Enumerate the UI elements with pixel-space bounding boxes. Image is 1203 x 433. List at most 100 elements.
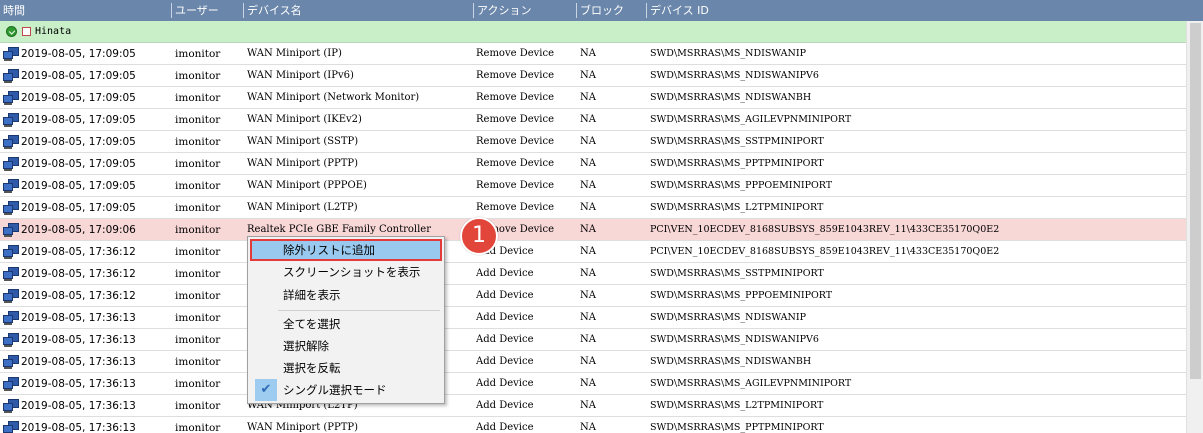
cell-device: WAN Miniport (SSTP) [247, 136, 359, 147]
table-row[interactable]: 2019-08-05, 17:09:05 imonitor WAN Miniport… [0, 43, 1186, 65]
table-row[interactable]: 2019-08-05, 17:36:13imonitorWAN Miniport… [0, 307, 1186, 329]
cell-device-id: SWD\MSRRAS\MS_PPPOEMINIPORT [650, 290, 833, 301]
monitor-icon [3, 223, 19, 237]
cell-user: imonitor [175, 378, 221, 390]
menu-item-add-exclusion[interactable]: 除外リストに追加 [250, 239, 442, 261]
cell-user: imonitor [175, 114, 221, 126]
cell-device: WAN Miniport (PPPOE) [247, 180, 367, 191]
cell-block: NA [580, 290, 596, 301]
cell-user: imonitor [175, 312, 221, 324]
cell-device-id: SWD\MSRRAS\MS_PPTPMINIPORT [650, 158, 824, 169]
cell-time: 2019-08-05, 17:36:13 [21, 334, 136, 346]
cell-user: imonitor [175, 70, 221, 82]
cell-device-id: SWD\MSRRAS\MS_AGILEVPNMINIPORT [650, 114, 852, 125]
cell-action: Remove Device [476, 114, 554, 125]
table-row[interactable]: 2019-08-05, 17:36:12imonitorWAN Miniport… [0, 285, 1186, 307]
cell-action: Add Device [476, 400, 534, 411]
monitor-icon [3, 113, 19, 127]
menu-item-show-details[interactable]: 詳細を表示 [250, 284, 442, 306]
cell-time: 2019-08-05, 17:09:05 [21, 202, 136, 214]
cell-time: 2019-08-05, 17:36:13 [21, 400, 136, 412]
cell-action: Add Device [476, 312, 534, 323]
cell-device-id: SWD\MSRRAS\MS_SSTPMINIPORT [650, 268, 824, 279]
context-menu: 除外リストに追加 スクリーンショットを表示 詳細を表示 全てを選択 選択解除 選… [247, 236, 445, 404]
table-row[interactable]: 2019-08-05, 17:09:05 imonitor WAN Miniport… [0, 197, 1186, 219]
table-row[interactable]: 2019-08-05, 17:36:13imonitorWAN Miniport… [0, 351, 1186, 373]
menu-item-show-screenshot[interactable]: スクリーンショットを表示 [250, 261, 442, 283]
check-circle-icon[interactable] [6, 26, 17, 37]
table-row[interactable]: 2019-08-05, 17:09:05 imonitor WAN Miniport… [0, 87, 1186, 109]
table-row[interactable]: 2019-08-05, 17:09:06 imonitor Realtek PCIe… [0, 219, 1186, 241]
table-row[interactable]: 2019-08-05, 17:36:12imonitorWAN Miniport… [0, 263, 1186, 285]
table-row[interactable]: 2019-08-05, 17:36:13imonitorWAN Miniport… [0, 329, 1186, 351]
cell-block: NA [580, 158, 596, 169]
monitor-icon [3, 333, 19, 347]
table-row[interactable]: 2019-08-05, 17:09:05 imonitor WAN Miniport… [0, 65, 1186, 87]
cell-action: Remove Device [476, 70, 554, 81]
cell-block: NA [580, 180, 596, 191]
menu-item-single-select-mode[interactable]: ✔ シングル選択モード [250, 379, 442, 401]
monitor-icon [3, 69, 19, 83]
table-row[interactable]: 2019-08-05, 17:36:13imonitorWAN Miniport… [0, 395, 1186, 417]
column-header-user[interactable]: ユーザー [172, 0, 242, 21]
cell-user: imonitor [175, 268, 221, 280]
cell-action: Add Device [476, 334, 534, 345]
cell-time: 2019-08-05, 17:09:06 [21, 224, 136, 236]
table-row[interactable]: 2019-08-05, 17:36:13 imonitor WAN Miniport… [0, 417, 1186, 433]
column-header-action[interactable]: アクション [474, 0, 576, 21]
cell-user: imonitor [175, 422, 221, 433]
group-row[interactable]: Hinata [0, 21, 1186, 43]
cell-time: 2019-08-05, 17:09:05 [21, 158, 136, 170]
column-header-device-id[interactable]: デバイス ID [647, 0, 1187, 21]
menu-item-deselect[interactable]: 選択解除 [250, 335, 442, 357]
table-row[interactable]: 2019-08-05, 17:09:05 imonitor WAN Miniport… [0, 175, 1186, 197]
cell-user: imonitor [175, 136, 221, 148]
monitor-icon [3, 157, 19, 171]
scrollbar-thumb[interactable] [1190, 23, 1201, 379]
column-header-time[interactable]: 時間 [0, 0, 170, 21]
table-row[interactable]: 2019-08-05, 17:36:13imonitorWAN Miniport… [0, 373, 1186, 395]
table-header: 時間 ユーザー デバイス名 アクション ブロック デバイス ID [0, 0, 1203, 21]
table-row[interactable]: 2019-08-05, 17:09:05 imonitor WAN Miniport… [0, 131, 1186, 153]
cell-user: imonitor [175, 180, 221, 192]
cell-user: imonitor [175, 92, 221, 104]
cell-device-id: SWD\MSRRAS\MS_NDISWANBH [650, 92, 812, 103]
monitor-icon [3, 245, 19, 259]
cell-device: WAN Miniport (PPTP) [247, 422, 359, 433]
monitor-icon [3, 47, 19, 61]
column-header-block[interactable]: ブロック [577, 0, 645, 21]
table-row[interactable]: 2019-08-05, 17:36:12imonitorRealtek PCIe… [0, 241, 1186, 263]
cell-user: imonitor [175, 356, 221, 368]
menu-separator [278, 310, 440, 311]
group-checkbox[interactable] [22, 27, 31, 36]
cell-time: 2019-08-05, 17:09:05 [21, 92, 136, 104]
cell-action: Add Device [476, 378, 534, 389]
cell-time: 2019-08-05, 17:09:05 [21, 70, 136, 82]
table-row[interactable]: 2019-08-05, 17:09:05 imonitor WAN Miniport… [0, 109, 1186, 131]
cell-block: NA [580, 202, 596, 213]
cell-time: 2019-08-05, 17:36:12 [21, 246, 136, 258]
cell-user: imonitor [175, 224, 221, 236]
cell-time: 2019-08-05, 17:36:13 [21, 422, 136, 433]
menu-item-invert-selection[interactable]: 選択を反転 [250, 357, 442, 379]
cell-time: 2019-08-05, 17:09:05 [21, 48, 136, 60]
checkmark-icon: ✔ [255, 379, 277, 401]
cell-device: WAN Miniport (IPv6) [247, 70, 354, 81]
cell-block: NA [580, 334, 596, 345]
cell-user: imonitor [175, 246, 221, 258]
log-table-body: 2019-08-05, 17:09:05 imonitor WAN Miniport… [0, 43, 1186, 433]
cell-action: Remove Device [476, 158, 554, 169]
cell-device: WAN Miniport (L2TP) [247, 202, 358, 213]
monitor-icon [3, 399, 19, 413]
menu-item-select-all[interactable]: 全てを選択 [250, 313, 442, 335]
column-header-device[interactable]: デバイス名 [244, 0, 472, 21]
cell-block: NA [580, 422, 596, 433]
table-row[interactable]: 2019-08-05, 17:09:05 imonitor WAN Miniport… [0, 153, 1186, 175]
cell-block: NA [580, 92, 596, 103]
vertical-scrollbar[interactable] [1186, 21, 1203, 433]
step-number-badge: 1 [460, 217, 498, 255]
cell-device-id: SWD\MSRRAS\MS_NDISWANIP [650, 48, 806, 59]
cell-block: NA [580, 48, 596, 59]
cell-block: NA [580, 312, 596, 323]
cell-device-id: SWD\MSRRAS\MS_L2TPMINIPORT [650, 202, 824, 213]
